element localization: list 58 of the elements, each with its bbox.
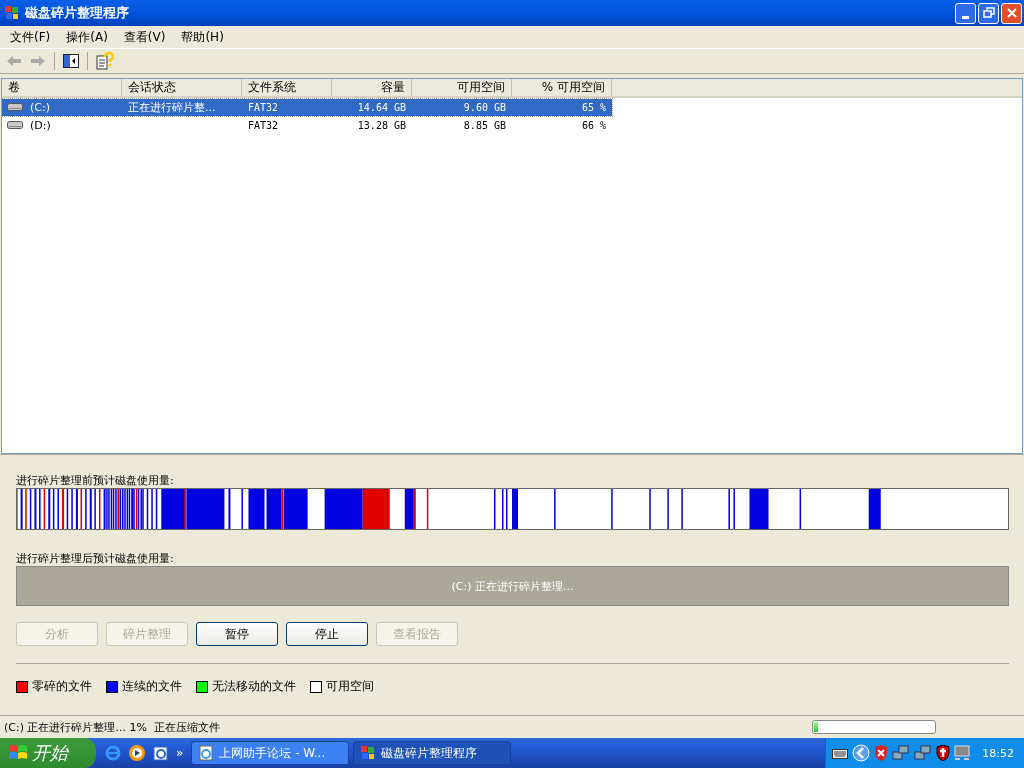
shield-icon[interactable] bbox=[936, 745, 951, 761]
free-space-cell-text: 9.60 GB bbox=[462, 101, 507, 113]
restore-icon bbox=[982, 7, 995, 19]
before-label: 进行碎片整理前预计磁盘使用量: bbox=[16, 473, 175, 488]
minimize-icon bbox=[962, 15, 969, 19]
action-button[interactable]: 暂停 bbox=[196, 622, 278, 646]
legend-label: 零碎的文件 bbox=[32, 678, 92, 695]
file-system-cell-text: FAT32 bbox=[247, 101, 280, 113]
capacity-cell-text: 13.28 GB bbox=[356, 119, 407, 131]
drive-icon bbox=[7, 120, 23, 130]
shield-icon[interactable] bbox=[874, 745, 889, 761]
menu-item[interactable]: 帮助(H) bbox=[175, 28, 230, 46]
restore-button[interactable] bbox=[978, 2, 999, 24]
status-cell-text: 正在进行碎片整... bbox=[127, 99, 217, 115]
after-label: 进行碎片整理后预计磁盘使用量: bbox=[16, 551, 175, 566]
column-header[interactable]: 容量 bbox=[332, 79, 412, 96]
show-hide-panel-icon[interactable] bbox=[63, 54, 79, 68]
action-button[interactable]: 停止 bbox=[286, 622, 368, 646]
app-icon bbox=[360, 745, 377, 761]
browser-icon[interactable] bbox=[104, 744, 122, 762]
status-text: (C:) 正在进行碎片整理... 1% 正在压缩文件 bbox=[3, 719, 221, 735]
window-title: 磁盘碎片整理程序 bbox=[25, 4, 130, 22]
after-status-text: (C:) 正在进行碎片整理... bbox=[451, 578, 574, 594]
menu-item[interactable]: 操作(A) bbox=[60, 28, 114, 46]
menu-item[interactable]: 文件(F) bbox=[4, 28, 57, 46]
close-icon bbox=[1005, 7, 1018, 19]
windows-flag-icon bbox=[8, 744, 28, 762]
volume-cell-text: (C:) bbox=[29, 100, 51, 114]
percent-free-cell-text: 66 % bbox=[580, 119, 607, 131]
more-quick-launch[interactable]: » bbox=[176, 746, 184, 760]
minimize-button[interactable] bbox=[955, 2, 976, 24]
column-header[interactable]: 文件系统 bbox=[242, 79, 332, 96]
media-player-icon[interactable] bbox=[128, 744, 146, 762]
network-icon[interactable] bbox=[892, 745, 911, 761]
column-header[interactable]: 会话状态 bbox=[122, 79, 242, 96]
capacity-cell-text: 14.64 GB bbox=[356, 101, 407, 113]
help-icon[interactable] bbox=[96, 52, 114, 70]
column-header[interactable]: 卷 bbox=[2, 79, 122, 96]
file-system-cell-text: FAT32 bbox=[247, 119, 280, 131]
keyboard-icon[interactable] bbox=[832, 747, 849, 759]
taskbar-task[interactable]: 磁盘碎片整理程序 bbox=[353, 741, 512, 765]
close-button[interactable] bbox=[1001, 2, 1022, 24]
browser-page-icon bbox=[198, 745, 215, 761]
taskbar-task[interactable]: 上网助手论坛 - W... bbox=[191, 741, 350, 765]
app-icon bbox=[4, 5, 20, 21]
free-space-cell-text: 8.85 GB bbox=[462, 119, 507, 131]
clock: 18:52 bbox=[982, 746, 1014, 760]
volume-row[interactable]: (D:) FAT32 13.28 GB 8.85 GB 66 % bbox=[2, 116, 612, 134]
column-header[interactable]: 可用空间 bbox=[412, 79, 512, 96]
volume-row[interactable]: (C:) 正在进行碎片整... FAT32 14.64 GB 9.60 GB 65 % bbox=[2, 98, 612, 116]
start-button[interactable]: 开始 bbox=[0, 738, 96, 768]
legend-label: 无法移动的文件 bbox=[212, 678, 296, 695]
menu-item[interactable]: 查看(V) bbox=[117, 28, 172, 46]
percent-free-cell-text: 65 % bbox=[580, 101, 607, 113]
column-header[interactable]: % 可用空间 bbox=[512, 79, 612, 96]
volume-cell-text: (D:) bbox=[29, 118, 52, 132]
legend-label: 可用空间 bbox=[326, 678, 374, 695]
legend-label: 连续的文件 bbox=[122, 678, 182, 695]
